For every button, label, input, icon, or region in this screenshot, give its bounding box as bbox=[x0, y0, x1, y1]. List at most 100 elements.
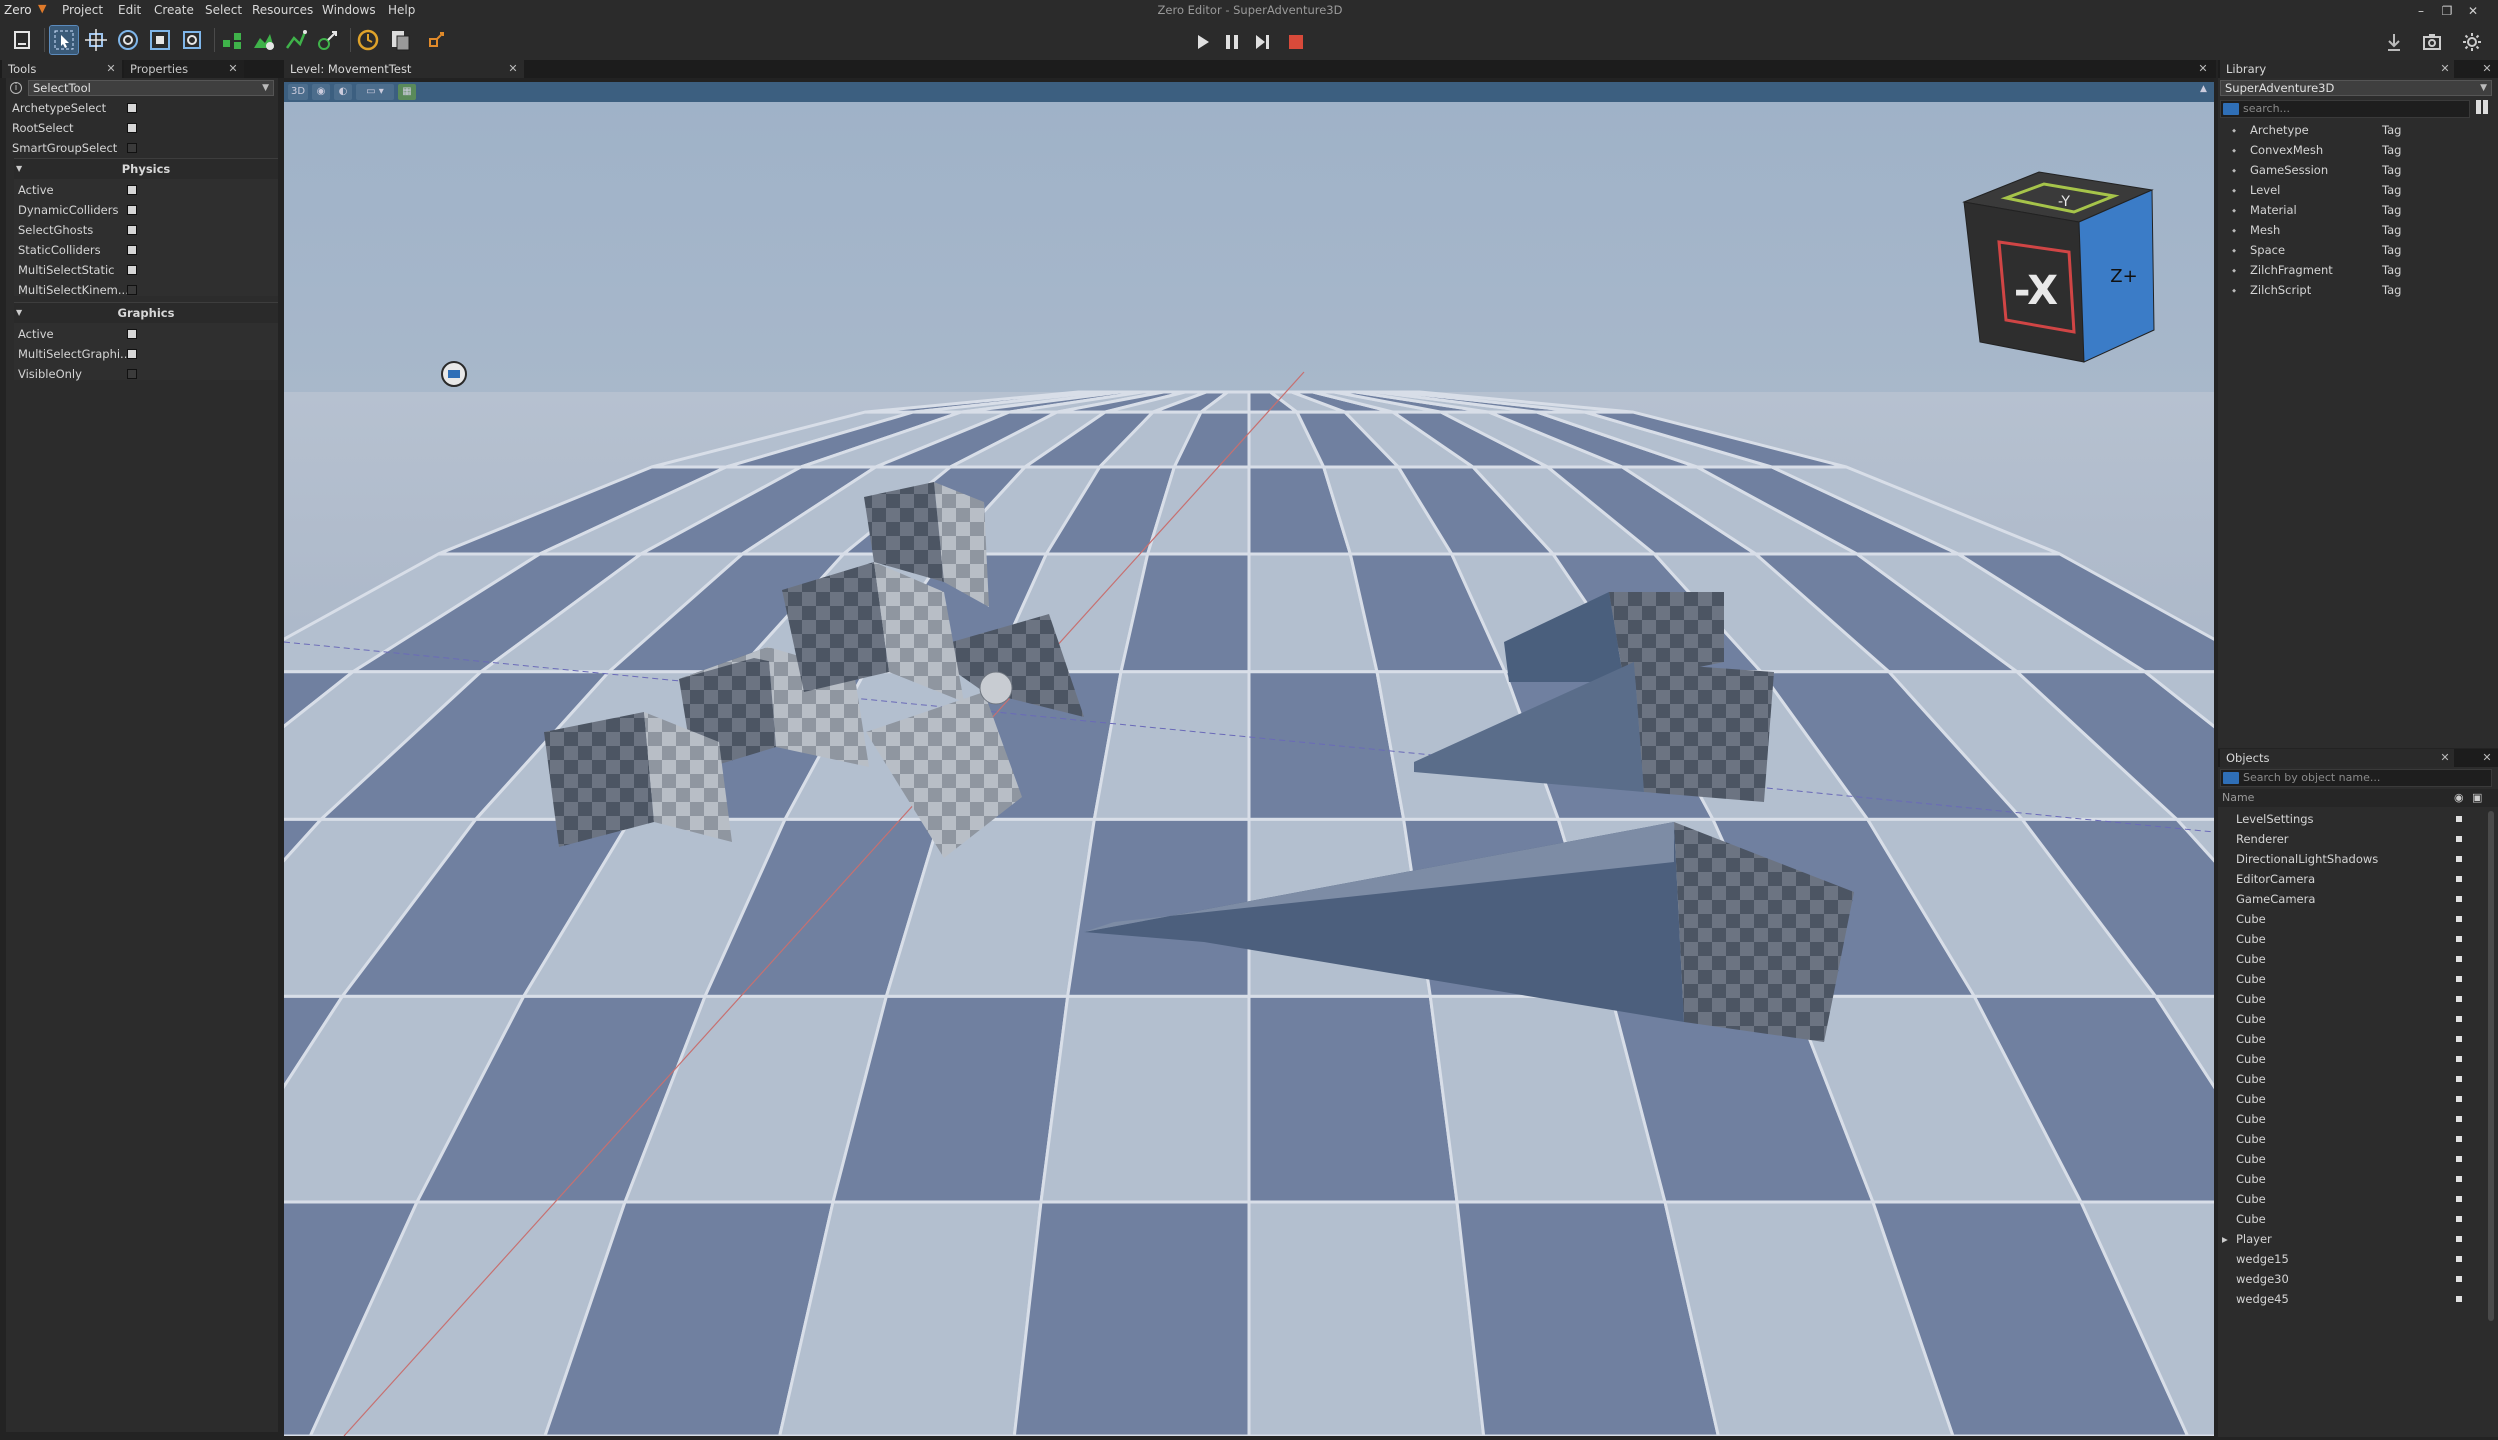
info-icon[interactable]: i bbox=[10, 82, 22, 94]
graphics-header[interactable]: ▼ Graphics bbox=[14, 303, 278, 323]
library-search-input[interactable]: search... bbox=[2220, 100, 2470, 118]
physics-header[interactable]: ▼ Physics bbox=[14, 159, 278, 179]
close-tools-tab-icon[interactable]: ✕ bbox=[104, 60, 118, 78]
close-library-panel-icon[interactable]: ✕ bbox=[2480, 60, 2494, 78]
close-properties-tab-icon[interactable]: ✕ bbox=[226, 60, 240, 78]
object-row[interactable]: Cube bbox=[2218, 1169, 2486, 1189]
library-item[interactable]: ⬩ Mesh Tag bbox=[2218, 220, 2498, 240]
library-item[interactable]: ⬩ ZilchFragment Tag bbox=[2218, 260, 2498, 280]
object-row[interactable]: Cube bbox=[2218, 1009, 2486, 1029]
camera-button-icon[interactable]: ◉ bbox=[312, 84, 330, 100]
library-item[interactable]: ⬩ Archetype Tag bbox=[2218, 120, 2498, 140]
settings-gear-icon[interactable] bbox=[2460, 30, 2484, 54]
minimize-icon[interactable]: – bbox=[2410, 2, 2432, 20]
object-row[interactable]: DirectionalLightShadows bbox=[2218, 849, 2486, 869]
visibility-toggle[interactable] bbox=[2456, 1216, 2462, 1222]
object-row[interactable]: LevelSettings bbox=[2218, 809, 2486, 829]
rootselect-checkbox[interactable] bbox=[127, 123, 137, 133]
object-row[interactable]: wedge45 bbox=[2218, 1289, 2486, 1309]
visibility-toggle[interactable] bbox=[2456, 936, 2462, 942]
stop-icon[interactable] bbox=[1284, 30, 1308, 54]
logo-dropdown-icon[interactable]: ▼ bbox=[38, 2, 46, 15]
visibility-toggle[interactable] bbox=[2456, 1256, 2462, 1262]
lock-dropdown-icon[interactable]: ▭ ▾ bbox=[356, 84, 394, 100]
tab-library[interactable]: Library bbox=[2220, 60, 2454, 78]
graphics-active-checkbox[interactable] bbox=[127, 329, 137, 339]
object-row[interactable]: Cube bbox=[2218, 1049, 2486, 1069]
physics-active-checkbox[interactable] bbox=[127, 185, 137, 195]
visibility-toggle[interactable] bbox=[2456, 1276, 2462, 1282]
view-mode-button[interactable]: 3D bbox=[288, 84, 308, 100]
visibility-toggle[interactable] bbox=[2456, 1096, 2462, 1102]
joint-tool-icon[interactable] bbox=[314, 26, 342, 54]
object-row[interactable]: Cube bbox=[2218, 1189, 2486, 1209]
library-item[interactable]: ⬩ ZilchScript Tag bbox=[2218, 280, 2498, 300]
visibility-toggle[interactable] bbox=[2456, 916, 2462, 922]
visibility-toggle[interactable] bbox=[2456, 1296, 2462, 1302]
visibility-toggle[interactable] bbox=[2456, 1076, 2462, 1082]
scale-tool-icon[interactable] bbox=[146, 26, 174, 54]
link-tool-icon[interactable] bbox=[422, 26, 450, 54]
visibility-toggle[interactable] bbox=[2456, 956, 2462, 962]
visibility-toggle[interactable] bbox=[2456, 1156, 2462, 1162]
close-viewport-icon[interactable]: ✕ bbox=[2196, 60, 2210, 78]
scene-view[interactable]: -X -Y Z+ bbox=[284, 102, 2214, 1436]
objects-scrollbar[interactable] bbox=[2488, 811, 2494, 1321]
archetypeselect-checkbox[interactable] bbox=[127, 103, 137, 113]
visibility-toggle[interactable] bbox=[2456, 1196, 2462, 1202]
project-dropdown[interactable]: SuperAdventure3D ▼ bbox=[2220, 80, 2492, 96]
menu-select[interactable]: Select bbox=[205, 3, 242, 17]
visibility-toggle[interactable] bbox=[2456, 1136, 2462, 1142]
menu-resources[interactable]: Resources bbox=[252, 3, 313, 17]
menu-create[interactable]: Create bbox=[154, 3, 194, 17]
viewport-menu-icon[interactable]: ▲ bbox=[2200, 84, 2207, 94]
visibility-toggle[interactable] bbox=[2456, 1016, 2462, 1022]
object-row[interactable]: Cube bbox=[2218, 1129, 2486, 1149]
pause-icon[interactable] bbox=[1220, 30, 1244, 54]
library-item[interactable]: ⬩ Material Tag bbox=[2218, 200, 2498, 220]
visibility-toggle[interactable] bbox=[2456, 976, 2462, 982]
menu-edit[interactable]: Edit bbox=[118, 3, 141, 17]
render-mode-icon[interactable]: ◐ bbox=[334, 84, 352, 100]
grid-toggle-icon[interactable]: ▦ bbox=[398, 84, 416, 100]
tab-objects[interactable]: Objects bbox=[2220, 749, 2454, 767]
viewport[interactable]: 3D ◉ ◐ ▭ ▾ ▦ ▲ -X -Y Z+ bbox=[284, 78, 2214, 1436]
visibility-toggle[interactable] bbox=[2456, 816, 2462, 822]
play-icon[interactable] bbox=[1190, 30, 1214, 54]
object-row[interactable]: Cube bbox=[2218, 1069, 2486, 1089]
staticcolliders-checkbox[interactable] bbox=[127, 245, 137, 255]
menu-windows[interactable]: Windows bbox=[322, 3, 376, 17]
visibility-toggle[interactable] bbox=[2456, 836, 2462, 842]
spline-tool-icon[interactable] bbox=[218, 26, 246, 54]
visibility-eye-icon[interactable]: ◉ bbox=[2454, 789, 2464, 807]
visibleonly-checkbox[interactable] bbox=[127, 369, 137, 379]
screenshot-icon[interactable] bbox=[2420, 30, 2444, 54]
object-row[interactable]: Cube bbox=[2218, 949, 2486, 969]
close-level-tab-icon[interactable]: ✕ bbox=[506, 60, 520, 78]
visibility-toggle[interactable] bbox=[2456, 896, 2462, 902]
multiselectgraphical-checkbox[interactable] bbox=[127, 349, 137, 359]
step-icon[interactable] bbox=[1250, 30, 1274, 54]
select-tool-icon[interactable] bbox=[49, 25, 79, 55]
library-item[interactable]: ⬩ Level Tag bbox=[2218, 180, 2498, 200]
object-row[interactable]: Cube bbox=[2218, 1209, 2486, 1229]
object-row[interactable]: Cube bbox=[2218, 1029, 2486, 1049]
visibility-toggle[interactable] bbox=[2456, 1056, 2462, 1062]
zero-logo[interactable]: Zero bbox=[4, 3, 32, 17]
object-row[interactable]: Renderer bbox=[2218, 829, 2486, 849]
object-row[interactable]: Cube bbox=[2218, 1149, 2486, 1169]
menu-project[interactable]: Project bbox=[62, 3, 103, 17]
visibility-toggle[interactable] bbox=[2456, 996, 2462, 1002]
object-row[interactable]: wedge30 bbox=[2218, 1269, 2486, 1289]
lock-icon[interactable]: ▣ bbox=[2472, 789, 2482, 807]
time-tool-icon[interactable] bbox=[354, 26, 382, 54]
visibility-toggle[interactable] bbox=[2456, 1176, 2462, 1182]
close-window-icon[interactable]: ✕ bbox=[2462, 2, 2484, 20]
library-item[interactable]: ⬩ ConvexMesh Tag bbox=[2218, 140, 2498, 160]
object-row[interactable]: Cube bbox=[2218, 989, 2486, 1009]
object-search-input[interactable]: Search by object name... bbox=[2220, 769, 2492, 787]
object-row[interactable]: ▸ Player bbox=[2218, 1229, 2486, 1249]
tool-select-dropdown[interactable]: SelectTool ▼ bbox=[28, 80, 274, 96]
smartgroupselect-checkbox[interactable] bbox=[127, 143, 137, 153]
expand-icon[interactable]: ▸ bbox=[2222, 1229, 2228, 1249]
